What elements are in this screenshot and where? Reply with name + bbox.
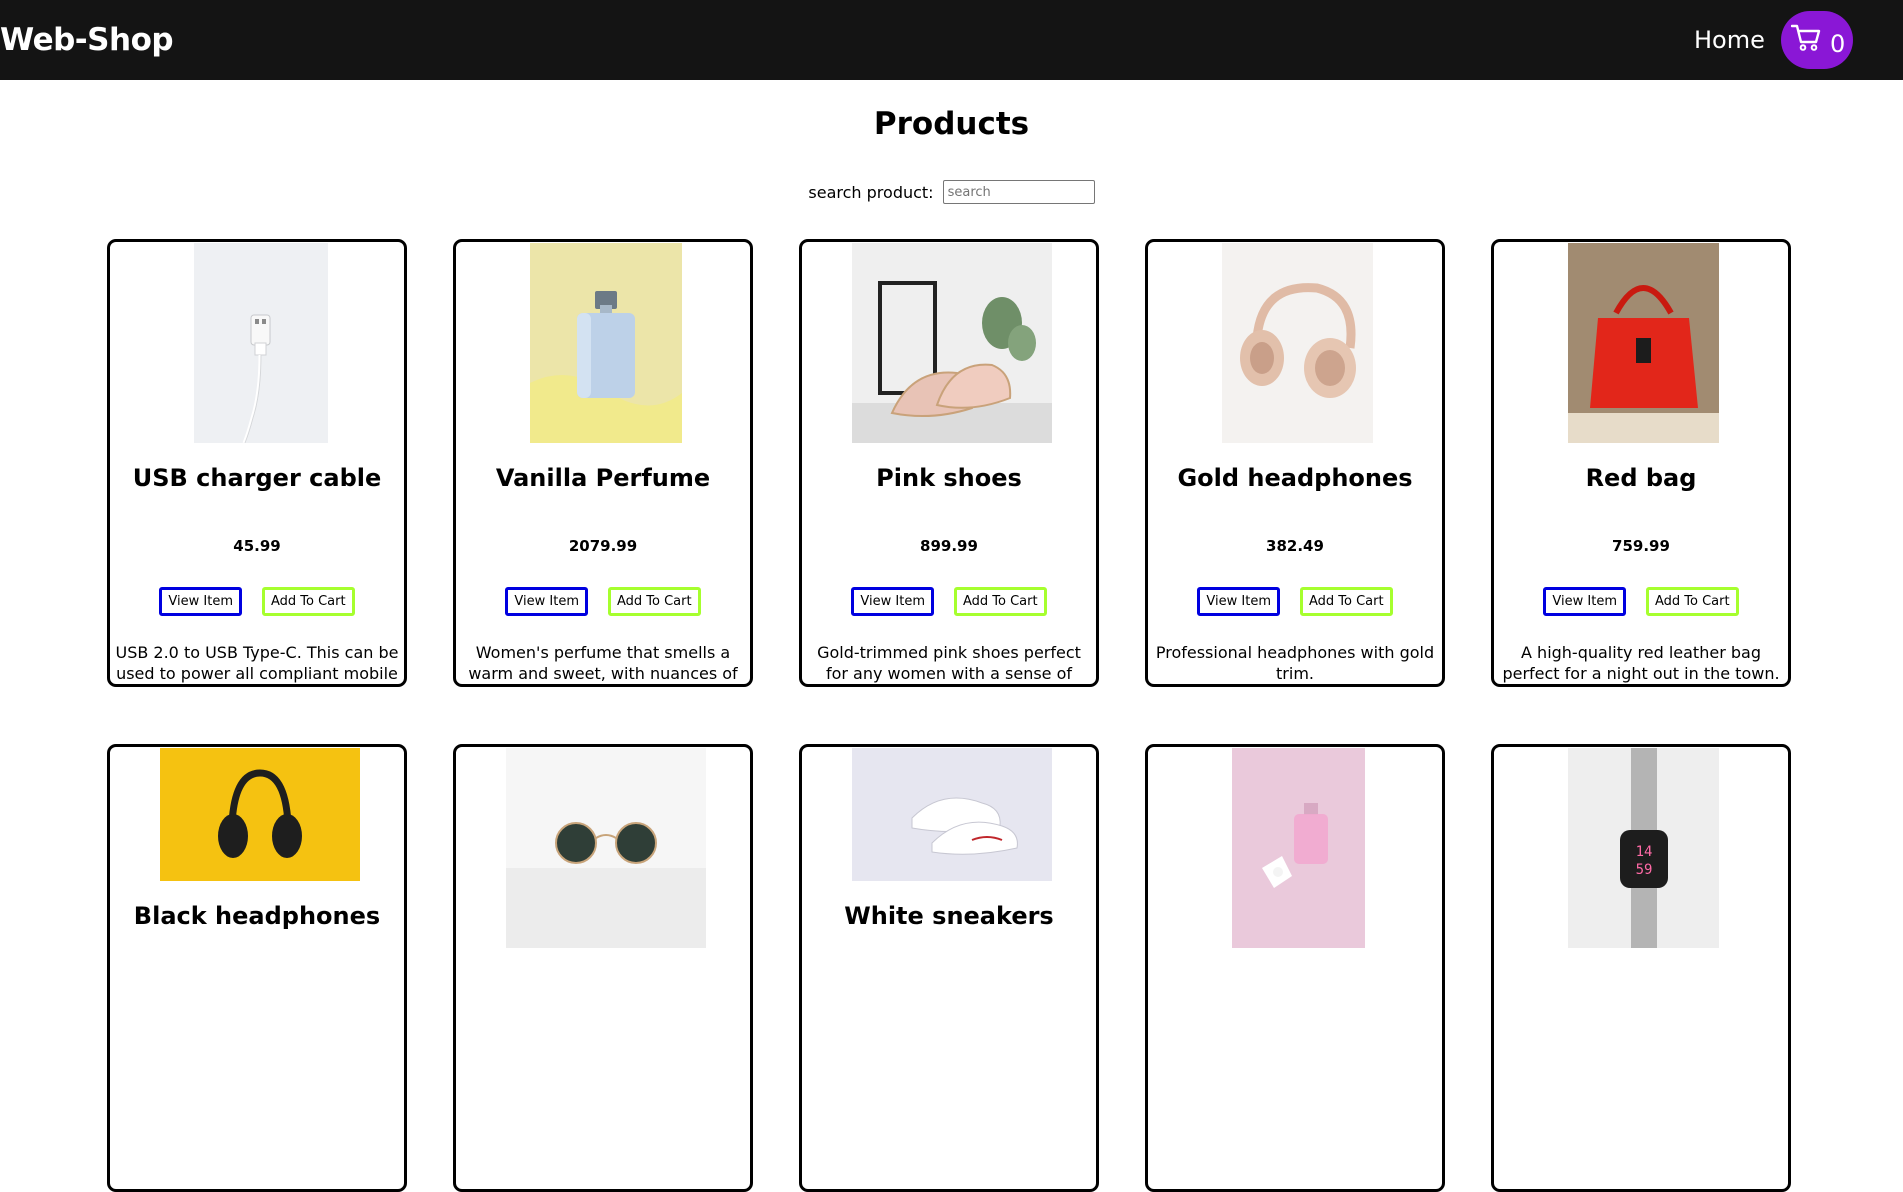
- view-item-button[interactable]: View Item: [1197, 587, 1280, 616]
- cart-button[interactable]: 0: [1781, 11, 1853, 69]
- product-name: USB charger cable: [132, 464, 382, 492]
- navbar: Web-Shop Home 0: [0, 0, 1903, 80]
- product-description: Professional headphones with gold trim.: [1155, 643, 1435, 683]
- view-item-button[interactable]: View Item: [159, 587, 242, 616]
- view-item-button[interactable]: View Item: [851, 587, 934, 616]
- svg-text:59: 59: [1636, 862, 1653, 878]
- product-card: Black headphones: [107, 744, 407, 1192]
- search-input[interactable]: [942, 180, 1095, 204]
- product-name: Red bag: [1585, 464, 1697, 492]
- product-card: Gold headphones 382.49 View Item Add To …: [1145, 239, 1445, 687]
- product-card: Vanilla Perfume 2079.99 View Item Add To…: [453, 239, 753, 687]
- product-name: Gold headphones: [1177, 464, 1413, 492]
- sunglasses-photo: [506, 748, 706, 948]
- white-sneakers-photo: [852, 748, 1052, 881]
- product-card: Pink shoes 899.99 View Item Add To Cart …: [799, 239, 1099, 687]
- search-label: search product:: [808, 182, 934, 202]
- nav-home-link[interactable]: Home: [1694, 26, 1765, 54]
- smartwatch-photo: 14 59: [1568, 748, 1719, 948]
- product-name: Black headphones: [133, 902, 381, 930]
- product-name: Pink shoes: [876, 464, 1022, 492]
- product-card: [453, 744, 753, 1192]
- product-price: 759.99: [1612, 537, 1670, 555]
- add-to-cart-button[interactable]: Add To Cart: [1299, 587, 1393, 616]
- usb-cable-photo: [194, 243, 328, 443]
- product-description: Gold-trimmed pink shoes perfect for any …: [817, 643, 1081, 683]
- red-bag-photo: [1568, 243, 1719, 443]
- product-price: 899.99: [920, 537, 978, 555]
- pink-perfume-photo: [1232, 748, 1365, 948]
- brand-logo[interactable]: Web-Shop: [0, 22, 174, 58]
- product-name: Vanilla Perfume: [495, 464, 711, 492]
- add-to-cart-button[interactable]: Add To Cart: [953, 587, 1047, 616]
- product-card: 14 59: [1491, 744, 1791, 1192]
- view-item-button[interactable]: View Item: [1543, 587, 1626, 616]
- product-price: 2079.99: [568, 537, 638, 555]
- product-name: White sneakers: [844, 902, 1054, 930]
- product-description: Women's perfume that smells a warm and s…: [468, 643, 738, 683]
- add-to-cart-button[interactable]: Add To Cart: [607, 587, 701, 616]
- add-to-cart-button[interactable]: Add To Cart: [1645, 587, 1739, 616]
- view-item-button[interactable]: View Item: [505, 587, 588, 616]
- product-card: [1145, 744, 1445, 1192]
- search-row: search product:: [0, 180, 1903, 204]
- page-title: Products: [873, 106, 1030, 142]
- shopping-cart-icon: [1791, 24, 1821, 51]
- product-price: 382.49: [1266, 537, 1324, 555]
- perfume-bottle-photo: [530, 243, 682, 443]
- svg-text:14: 14: [1636, 844, 1653, 860]
- product-description: A high-quality red leather bag perfect f…: [1502, 643, 1780, 683]
- cart-count-badge: 0: [1830, 30, 1846, 58]
- product-description: USB 2.0 to USB Type-C. This can be used …: [115, 643, 399, 683]
- product-price: 45.99: [233, 537, 281, 555]
- product-card: Red bag 759.99 View Item Add To Cart A h…: [1491, 239, 1791, 687]
- gold-headphones-photo: [1222, 243, 1373, 443]
- product-card: White sneakers: [799, 744, 1099, 1192]
- add-to-cart-button[interactable]: Add To Cart: [261, 587, 355, 616]
- pink-shoes-photo: [852, 243, 1052, 443]
- product-card: USB charger cable 45.99 View Item Add To…: [107, 239, 407, 687]
- black-headphones-photo: [160, 748, 360, 881]
